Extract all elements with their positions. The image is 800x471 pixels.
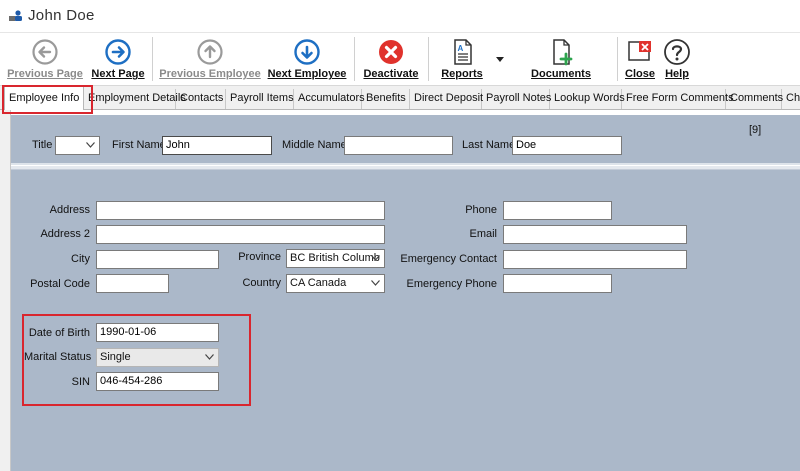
- phone-input[interactable]: [503, 201, 612, 220]
- last-name-label: Last Name: [462, 139, 516, 151]
- next-employee-button[interactable]: Next Employee: [265, 35, 349, 85]
- help-question-icon: [664, 39, 690, 65]
- title-label: Title: [32, 139, 53, 151]
- reports-label: Reports: [441, 68, 483, 80]
- add-document-icon: [553, 39, 573, 66]
- emergency-phone-label: Emergency Phone: [406, 278, 498, 290]
- employee-icon: [9, 10, 22, 21]
- toolbar-separator: [428, 37, 429, 81]
- close-window-icon: [628, 41, 651, 61]
- toolbar-separator: [354, 37, 355, 81]
- previous-page-label: Previous Page: [7, 68, 83, 80]
- window-title: John Doe: [28, 7, 95, 24]
- next-employee-label: Next Employee: [267, 68, 347, 80]
- middle-name-label: Middle Name: [282, 139, 347, 151]
- province-label: Province: [238, 251, 281, 263]
- tab-accumulators[interactable]: Accumulators: [294, 89, 365, 109]
- sin-input[interactable]: 046-454-286: [96, 372, 219, 391]
- help-button[interactable]: Help: [660, 35, 694, 85]
- chevron-down-icon: [86, 142, 95, 148]
- help-label: Help: [665, 68, 689, 80]
- deactivate-x-icon: [379, 40, 403, 64]
- postal-code-input[interactable]: [96, 274, 169, 293]
- date-of-birth-input[interactable]: 1990-01-06: [96, 323, 219, 342]
- svg-text:A: A: [458, 44, 464, 53]
- tab-ch[interactable]: Ch: [782, 89, 800, 109]
- tab-strip: Employee Info Employment Details Contact…: [0, 86, 800, 110]
- tab-free-form-comments[interactable]: Free Form Comments: [622, 89, 734, 109]
- emergency-phone-input[interactable]: [503, 274, 612, 293]
- tab-contacts[interactable]: Contacts: [176, 89, 226, 109]
- record-count: [9]: [749, 124, 762, 136]
- deactivate-label: Deactivate: [363, 68, 419, 80]
- tab-employment-details[interactable]: Employment Details: [84, 89, 186, 109]
- toolbar: Previous Page Next Page Previous Employe…: [0, 32, 800, 86]
- tab-benefits[interactable]: Benefits: [362, 89, 410, 109]
- email-input[interactable]: [503, 225, 687, 244]
- tab-employee-info[interactable]: Employee Info: [4, 86, 84, 110]
- previous-page-button[interactable]: Previous Page: [6, 35, 84, 85]
- email-label: Email: [469, 228, 497, 240]
- middle-name-input[interactable]: [344, 136, 453, 155]
- phone-label: Phone: [465, 204, 497, 216]
- next-page-button[interactable]: Next Page: [88, 35, 148, 85]
- close-button[interactable]: Close: [623, 35, 657, 85]
- first-name-label: First Name: [112, 139, 166, 151]
- report-document-icon: A: [454, 39, 472, 65]
- arrow-right-circle-icon: [105, 39, 131, 65]
- arrow-up-circle-icon: [197, 39, 223, 65]
- marital-status-select[interactable]: Single: [96, 348, 219, 367]
- toolbar-separator: [617, 37, 618, 81]
- documents-label: Documents: [531, 68, 591, 80]
- deactivate-button[interactable]: Deactivate: [358, 35, 424, 85]
- documents-button[interactable]: Documents: [526, 35, 596, 85]
- city-input[interactable]: [96, 250, 219, 269]
- tab-payroll-notes[interactable]: Payroll Notes: [482, 89, 551, 109]
- reports-button[interactable]: A Reports: [434, 35, 490, 85]
- address-input[interactable]: [96, 201, 385, 220]
- postal-code-label: Postal Code: [30, 278, 90, 290]
- country-select-value: CA Canada: [290, 277, 347, 289]
- country-select[interactable]: CA Canada: [286, 274, 385, 293]
- title-select[interactable]: [55, 136, 100, 155]
- previous-employee-button[interactable]: Previous Employee: [158, 35, 262, 85]
- close-label: Close: [625, 68, 655, 80]
- first-name-input[interactable]: John: [162, 136, 272, 155]
- left-strip: [0, 110, 11, 471]
- sin-label: SIN: [71, 376, 90, 388]
- last-name-input[interactable]: Doe: [512, 136, 622, 155]
- chevron-down-icon: [371, 255, 380, 261]
- tab-payroll-items[interactable]: Payroll Items: [226, 89, 294, 109]
- date-of-birth-label: Date of Birth: [28, 327, 90, 339]
- arrow-down-circle-icon: [294, 39, 320, 65]
- dropdown-arrow-icon[interactable]: [496, 57, 504, 63]
- province-select[interactable]: BC British Columb: [286, 249, 385, 268]
- previous-employee-label: Previous Employee: [159, 68, 261, 80]
- address2-input[interactable]: [96, 225, 385, 244]
- marital-status-value: Single: [100, 351, 131, 363]
- chevron-down-icon: [371, 280, 380, 286]
- emergency-contact-label: Emergency Contact: [400, 253, 497, 265]
- marital-status-label: Marital Status: [24, 351, 92, 363]
- address2-label: Address 2: [40, 228, 90, 240]
- next-page-label: Next Page: [91, 68, 145, 80]
- chevron-down-icon: [205, 354, 214, 360]
- arrow-left-circle-icon: [32, 39, 58, 65]
- city-label: City: [71, 253, 90, 265]
- tab-direct-deposit[interactable]: Direct Deposit: [410, 89, 483, 109]
- tab-lookup-words[interactable]: Lookup Words: [550, 89, 625, 109]
- tab-comments[interactable]: Comments: [726, 89, 783, 109]
- emergency-contact-input[interactable]: [503, 250, 687, 269]
- address-label: Address: [49, 204, 90, 216]
- country-label: Country: [242, 277, 281, 289]
- toolbar-separator: [152, 37, 153, 81]
- province-select-value: BC British Columb: [290, 252, 380, 264]
- title-bar: John Doe: [0, 0, 800, 32]
